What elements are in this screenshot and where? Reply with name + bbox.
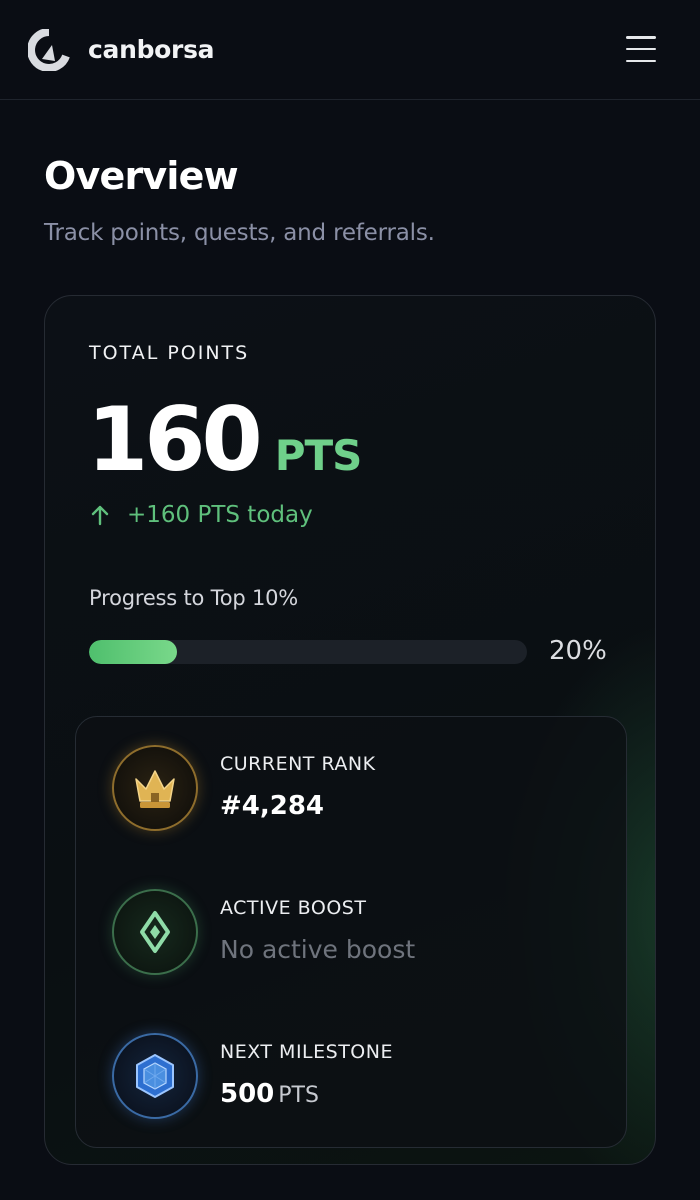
- boost-badge: [112, 889, 198, 975]
- current-rank-label: CURRENT RANK: [220, 753, 376, 775]
- rank-badge: [112, 745, 198, 831]
- stats-panel: CURRENT RANK #4,284 ACTIVE BOOST No acti…: [75, 716, 627, 1148]
- progress-bar: [89, 640, 527, 664]
- total-points-label: TOTAL POINTS: [89, 342, 250, 364]
- points-value: 160: [87, 388, 263, 491]
- next-milestone-number: 500: [220, 1079, 275, 1109]
- current-rank-stat: CURRENT RANK #4,284: [112, 745, 592, 835]
- progress-bar-fill: [89, 640, 177, 664]
- points-today: +160 PTS today: [89, 502, 313, 528]
- canborsa-logo-icon: [28, 28, 70, 71]
- diamond-icon: [140, 911, 170, 953]
- points-today-text: +160 PTS today: [127, 502, 313, 528]
- arrow-up-icon: [91, 505, 109, 526]
- hamburger-menu-icon[interactable]: [626, 36, 656, 62]
- points-display: 160 PTS: [87, 388, 363, 491]
- brand-logo[interactable]: canborsa: [28, 28, 215, 71]
- crown-icon: [135, 770, 175, 808]
- progress-percent: 20%: [549, 636, 607, 666]
- next-milestone-stat: NEXT MILESTONE 500 PTS: [112, 1033, 592, 1123]
- active-boost-value: No active boost: [220, 935, 416, 964]
- total-points-card: TOTAL POINTS 160 PTS +160 PTS today Prog…: [44, 295, 656, 1165]
- milestone-badge: [112, 1033, 198, 1119]
- progress-label: Progress to Top 10%: [89, 586, 299, 610]
- gem-icon: [136, 1054, 174, 1098]
- next-milestone-label: NEXT MILESTONE: [220, 1041, 393, 1063]
- brand-name: canborsa: [88, 35, 215, 64]
- current-rank-value: #4,284: [220, 791, 325, 821]
- points-unit: PTS: [274, 431, 363, 480]
- active-boost-label: ACTIVE BOOST: [220, 897, 367, 919]
- page-title: Overview: [44, 154, 239, 198]
- active-boost-stat: ACTIVE BOOST No active boost: [112, 889, 592, 979]
- page-subtitle: Track points, quests, and referrals.: [44, 220, 435, 246]
- next-milestone-unit: PTS: [278, 1083, 319, 1108]
- next-milestone-value: 500 PTS: [220, 1079, 319, 1109]
- top-bar: canborsa: [0, 0, 700, 100]
